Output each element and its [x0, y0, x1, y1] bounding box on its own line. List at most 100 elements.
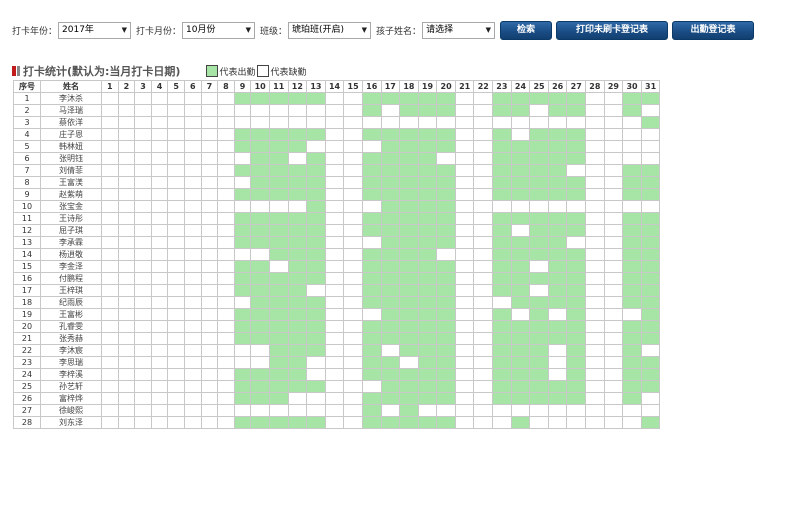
present-cell — [250, 140, 270, 153]
absent-cell — [585, 404, 605, 417]
absent-cell — [529, 104, 549, 117]
absent-cell — [585, 356, 605, 369]
year-select[interactable]: 2017年 ▼ — [58, 21, 132, 39]
present-cell — [492, 152, 512, 165]
absent-cell — [134, 224, 152, 237]
absent-cell — [324, 272, 345, 285]
absent-cell — [101, 356, 119, 369]
absent-cell — [167, 188, 185, 201]
print-unswiped-button[interactable]: 打印未刷卡登记表 — [556, 20, 669, 40]
absent-cell — [200, 296, 219, 309]
present-cell — [510, 92, 531, 105]
absent-cell — [640, 104, 661, 117]
absent-cell — [101, 368, 119, 381]
absent-cell — [547, 200, 568, 213]
absent-cell — [134, 248, 152, 261]
absent-cell — [117, 284, 136, 297]
absent-cell — [640, 200, 661, 213]
absent-cell — [183, 128, 202, 141]
absent-cell — [324, 320, 345, 333]
absent-cell — [150, 152, 169, 165]
absent-cell — [454, 176, 475, 189]
absent-cell — [150, 344, 169, 357]
present-cell — [566, 344, 587, 357]
absent-cell — [324, 260, 345, 273]
absent-cell — [473, 332, 494, 345]
absent-cell — [306, 140, 326, 153]
present-cell — [640, 212, 661, 225]
present-cell — [417, 320, 438, 333]
absent-cell — [343, 224, 363, 237]
absent-cell — [134, 104, 152, 117]
present-cell — [380, 128, 401, 141]
present-cell — [417, 416, 438, 429]
present-cell — [547, 188, 568, 201]
absent-cell — [150, 308, 169, 321]
present-cell — [268, 392, 289, 405]
present-cell — [399, 224, 419, 237]
present-cell — [436, 92, 456, 105]
present-cell — [436, 212, 456, 225]
present-cell — [233, 236, 252, 249]
present-cell — [566, 104, 587, 117]
present-cell — [622, 260, 642, 273]
present-cell — [268, 140, 289, 153]
row-index: 19 — [13, 308, 41, 321]
present-cell — [566, 176, 587, 189]
present-cell — [417, 272, 438, 285]
absent-cell — [101, 128, 119, 141]
absent-cell — [167, 296, 185, 309]
absent-cell — [117, 356, 136, 369]
table-row: 19 王富彬 — [13, 308, 661, 321]
row-index: 11 — [13, 212, 41, 225]
present-cell — [233, 284, 252, 297]
absent-cell — [603, 284, 624, 297]
month-select[interactable]: 10月份 ▼ — [182, 21, 256, 39]
class-select[interactable]: 琥珀班(开启) ▼ — [288, 21, 372, 39]
absent-cell — [167, 284, 185, 297]
present-cell — [510, 380, 531, 393]
header-day: 15 — [343, 80, 363, 93]
absent-cell — [233, 344, 252, 357]
absent-cell — [101, 272, 119, 285]
attendance-register-button[interactable]: 出勤登记表 — [672, 20, 755, 40]
present-cell — [417, 368, 438, 381]
child-name-select[interactable]: 请选择 ▼ — [422, 21, 496, 39]
absent-cell — [101, 152, 119, 165]
present-cell — [380, 308, 401, 321]
absent-cell — [101, 416, 119, 429]
present-cell — [640, 92, 661, 105]
absent-cell — [436, 248, 456, 261]
absent-cell — [473, 344, 494, 357]
present-cell — [492, 128, 512, 141]
row-index: 12 — [13, 224, 41, 237]
absent-cell — [417, 116, 438, 129]
absent-cell — [217, 188, 235, 201]
table-row: 28 刘东泽 — [13, 416, 661, 429]
absent-cell — [324, 296, 345, 309]
absent-cell — [117, 200, 136, 213]
absent-cell — [603, 296, 624, 309]
absent-cell — [217, 272, 235, 285]
present-cell — [233, 140, 252, 153]
absent-cell — [473, 152, 494, 165]
present-cell — [510, 236, 531, 249]
present-cell — [547, 140, 568, 153]
absent-cell — [566, 416, 587, 429]
absent-cell — [473, 356, 494, 369]
absent-cell — [622, 416, 642, 429]
present-cell — [510, 272, 531, 285]
present-cell — [529, 164, 549, 177]
header-day: 1 — [101, 80, 119, 93]
absent-cell — [167, 260, 185, 273]
absent-cell — [343, 380, 363, 393]
absent-cell — [200, 356, 219, 369]
class-select-value: 琥珀班(开启) — [292, 24, 345, 35]
absent-cell — [454, 104, 475, 117]
absent-cell — [343, 332, 363, 345]
absent-cell — [217, 320, 235, 333]
absent-cell — [167, 308, 185, 321]
present-cell — [640, 308, 661, 321]
absent-cell — [454, 320, 475, 333]
search-button[interactable]: 检索 — [500, 20, 553, 40]
